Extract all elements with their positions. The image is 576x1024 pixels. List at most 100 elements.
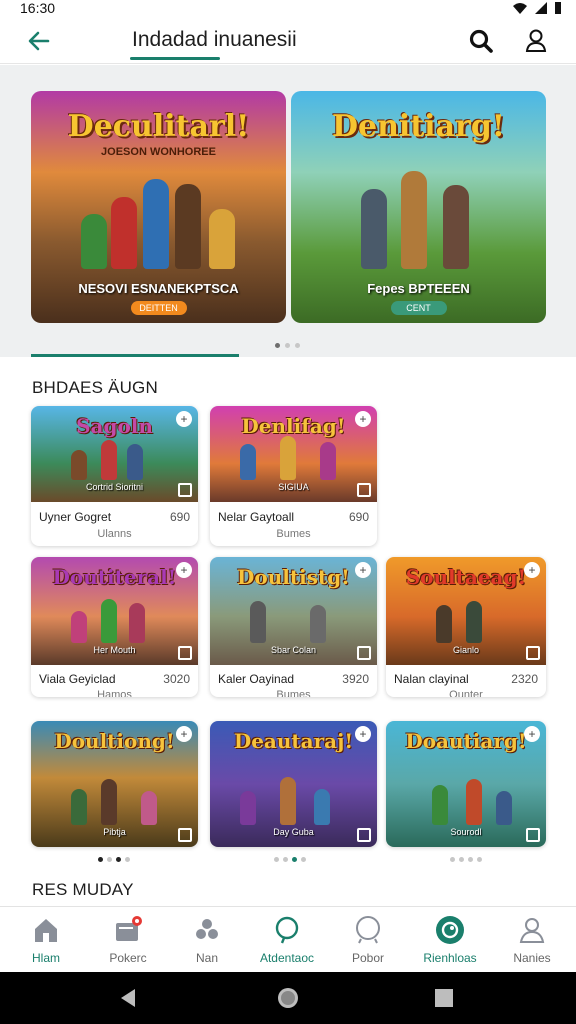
game-card[interactable]: Soultaeag! Gianlo + Nalan clayinal 2320 … [386, 557, 546, 697]
system-navigation-bar [0, 972, 576, 1024]
hero-logo: Denitiarg! [332, 109, 505, 144]
profile-icon[interactable] [522, 26, 550, 56]
battery-icon [555, 2, 561, 14]
open-icon[interactable] [357, 646, 371, 660]
game-logo: Sagoln [76, 414, 153, 438]
nav-item-atdentaoc[interactable]: Atdentaoc [247, 915, 327, 965]
add-icon[interactable]: + [176, 726, 192, 742]
nav-item-rienhloas[interactable]: Rienhloas [410, 915, 490, 965]
status-time: 16:30 [20, 0, 56, 16]
game-count: 2320 [511, 672, 538, 686]
hero-card[interactable]: Denitiarg! Fepes BPTEEEN CENT [291, 91, 546, 323]
nav-item-pobor[interactable]: Pobor [328, 915, 408, 965]
game-card[interactable]: Doultistg! Sbar Colan + Kaler Oayinad 39… [210, 557, 377, 697]
open-icon[interactable] [357, 828, 371, 842]
system-back-icon[interactable] [116, 986, 140, 1010]
rewards-icon [436, 916, 464, 944]
page-title: Indadad inuanesii [132, 28, 297, 51]
game-count: 690 [169, 510, 190, 524]
game-title: Kaler Oayinad [218, 672, 295, 686]
nav-item-pokerc[interactable]: Pokerc [88, 915, 168, 965]
status-bar: 16:30 [0, 0, 576, 18]
hero-subtitle: JOESON WONHOREE [101, 146, 216, 158]
game-tag: SIGIUA [278, 482, 309, 492]
signal-icon [535, 2, 547, 14]
game-logo: Doautiarg! [405, 729, 527, 753]
chat-icon [275, 916, 299, 944]
game-logo: Doultiong! [54, 729, 175, 753]
add-icon[interactable]: + [176, 411, 192, 427]
nav-item-nanies[interactable]: Nanies [492, 915, 572, 965]
game-title: Nelar Gaytoall [218, 510, 295, 524]
carousel-dots [274, 857, 306, 862]
hero-caption: NESOVI ESNANEKPTSCA [78, 281, 239, 296]
nav-label: Hlam [31, 951, 60, 965]
hero-artwork [71, 169, 246, 269]
game-tag: Gianlo [452, 645, 479, 655]
nav-label: Atdentaoc [259, 951, 315, 965]
add-icon[interactable]: + [355, 562, 371, 578]
nav-label: Rienhloas [423, 951, 477, 965]
add-icon[interactable]: + [355, 411, 371, 427]
status-icons [512, 0, 562, 16]
open-icon[interactable] [357, 483, 371, 497]
game-thumbnail: Doultiong! Pibtja + [31, 721, 198, 847]
game-category: Hamos [97, 689, 132, 697]
game-count: 3920 [342, 672, 369, 686]
system-recents-icon[interactable] [432, 986, 456, 1010]
game-thumbnail: Soultaeag! Gianlo + [386, 557, 546, 665]
home-icon [35, 919, 57, 942]
nav-label: Pokerc [109, 951, 147, 965]
add-icon[interactable]: + [524, 726, 540, 742]
game-card[interactable]: Doultiong! Pibtja + [31, 721, 198, 847]
hero-logo: Deculitarl! [67, 109, 250, 144]
hero-button[interactable]: CENT [390, 301, 447, 315]
circle-icon [356, 916, 380, 944]
add-icon[interactable]: + [355, 726, 371, 742]
game-card[interactable]: Sagoln Cortrid Sioritni + Uyner Gogret 6… [31, 406, 198, 546]
game-logo: Soultaeag! [405, 565, 527, 589]
game-tag: Day Guba [273, 827, 314, 837]
title-underline [130, 57, 220, 60]
nav-label: Pobor [351, 951, 385, 965]
add-icon[interactable]: + [524, 562, 540, 578]
game-thumbnail: Doautiarg! Sourodl + [386, 721, 546, 847]
nav-item-nan[interactable]: Nan [167, 915, 247, 965]
game-category: Ulanns [97, 528, 132, 540]
game-tag: Sourodl [450, 827, 482, 837]
open-icon[interactable] [526, 646, 540, 660]
open-icon[interactable] [526, 828, 540, 842]
hero-caption: Fepes BPTEEEN [367, 281, 470, 296]
game-title: Uyner Gogret [39, 510, 112, 524]
back-arrow-icon[interactable] [24, 26, 54, 56]
system-home-icon[interactable] [276, 986, 300, 1010]
nav-item-home[interactable]: Hlam [6, 915, 86, 965]
game-count: 3020 [163, 672, 190, 686]
carousel-dots [275, 343, 300, 348]
nav-label: Nanies [513, 951, 551, 965]
add-icon[interactable]: + [176, 562, 192, 578]
open-icon[interactable] [178, 483, 192, 497]
section-title: RES MUDAY [32, 880, 134, 899]
game-card[interactable]: Doautiarg! Sourodl + [386, 721, 546, 847]
section-title: BHDAES ÄUGN [32, 378, 158, 397]
search-icon[interactable] [466, 26, 496, 56]
featured-carousel: Deculitarl! JOESON WONHOREE NESOVI ESNAN… [0, 65, 576, 357]
game-card[interactable]: Denlifag! SIGIUA + Nelar Gaytoall 690 Bu… [210, 406, 377, 546]
open-icon[interactable] [178, 646, 192, 660]
game-card[interactable]: Deautaraj! Day Guba + [210, 721, 377, 847]
open-icon[interactable] [178, 828, 192, 842]
game-title: Viala Geyiclad [39, 672, 116, 686]
game-title: Nalan clayinal [394, 672, 469, 686]
game-thumbnail: Deautaraj! Day Guba + [210, 721, 377, 847]
nav-label: Nan [195, 951, 218, 965]
game-tag: Sbar Colan [270, 645, 317, 655]
carousel-dots [450, 857, 482, 862]
game-card[interactable]: Doutiteral! Her Mouth + Viala Geyiclad 3… [31, 557, 198, 697]
game-logo: Deautaraj! [233, 729, 354, 753]
game-category: Bumes [276, 528, 311, 540]
game-thumbnail: Doultistg! Sbar Colan + [210, 557, 377, 665]
hero-card[interactable]: Deculitarl! JOESON WONHOREE NESOVI ESNAN… [31, 91, 286, 323]
hero-button[interactable]: DEITTEN [130, 301, 187, 315]
game-tag: Her Mouth [93, 645, 136, 655]
